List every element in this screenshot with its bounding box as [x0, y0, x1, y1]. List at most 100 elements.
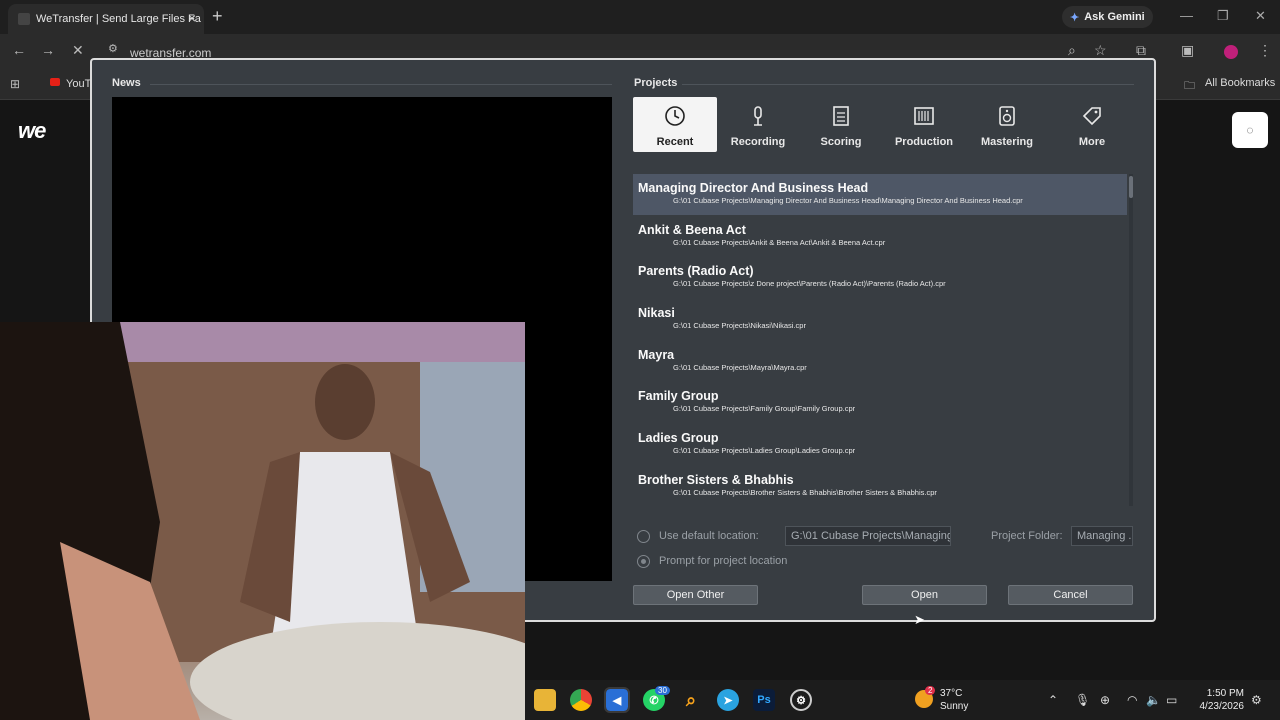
divider: [682, 84, 1134, 85]
site-info-icon[interactable]: ⚙: [108, 42, 118, 55]
project-path: G:\01 Cubase Projects\Nikasi\Nikasi.cpr: [673, 321, 806, 330]
close-window-icon[interactable]: ✕: [1255, 8, 1266, 24]
clock-date[interactable]: 4/23/2026: [1188, 701, 1245, 712]
all-bookmarks[interactable]: All Bookmarks: [1205, 77, 1275, 89]
ask-gemini-button[interactable]: ✦ Ask Gemini: [1062, 6, 1153, 28]
volume-icon[interactable]: 🔈: [1146, 693, 1161, 707]
microphone-icon[interactable]: 🎙: [1075, 693, 1090, 707]
wifi-icon[interactable]: ◠: [1127, 693, 1137, 707]
new-tab-icon[interactable]: +: [212, 6, 223, 27]
back-icon[interactable]: ←: [12, 42, 26, 58]
category-scoring[interactable]: Scoring: [799, 97, 883, 152]
project-name: Ladies Group: [638, 431, 719, 445]
project-path: G:\01 Cubase Projects\Mayra\Mayra.cpr: [673, 363, 807, 372]
close-tab-icon[interactable]: ×: [188, 10, 196, 26]
temperature[interactable]: 37°C: [940, 688, 962, 699]
category-label: Recent: [656, 136, 694, 148]
cubase-icon[interactable]: ◀: [604, 687, 630, 713]
mixer-icon: [913, 105, 935, 127]
project-row[interactable]: Nikasi G:\01 Cubase Projects\Nikasi\Nika…: [633, 299, 1127, 340]
category-recent[interactable]: Recent: [633, 97, 717, 152]
sparkle-icon: ✦: [1070, 11, 1080, 24]
category-label: Production: [894, 136, 954, 148]
category-production[interactable]: Production: [882, 97, 966, 152]
open-other-button[interactable]: Open Other: [633, 585, 758, 605]
project-row[interactable]: Ladies Group G:\01 Cubase Projects\Ladie…: [633, 424, 1127, 465]
stop-loading-icon[interactable]: ✕: [72, 42, 84, 59]
browser-tab[interactable]: WeTransfer | Send Large Files Fa ×: [8, 4, 204, 34]
divider: [150, 84, 612, 85]
cancel-button[interactable]: Cancel: [1008, 585, 1133, 605]
project-row[interactable]: Ankit & Beena Act G:\01 Cubase Projects\…: [633, 216, 1127, 257]
project-path: G:\01 Cubase Projects\Managing Director …: [673, 196, 1023, 205]
project-row[interactable]: Managing Director And Business Head G:\0…: [633, 174, 1127, 215]
project-name: Brother Sisters & Bhabhis: [638, 473, 794, 487]
weather-condition[interactable]: Sunny: [940, 701, 968, 712]
projects-heading: Projects: [634, 77, 678, 89]
notification-icon[interactable]: ⚙: [1251, 693, 1262, 707]
bookmark-youtube[interactable]: YouT: [66, 78, 91, 90]
project-row[interactable]: Family Group G:\01 Cubase Projects\Famil…: [633, 382, 1127, 423]
use-default-location-label: Use default location:: [659, 530, 759, 542]
mouse-cursor-icon: ➤: [914, 612, 925, 627]
wetransfer-logo[interactable]: we: [18, 118, 46, 144]
use-default-location-radio[interactable]: [637, 530, 650, 543]
project-row[interactable]: Mayra G:\01 Cubase Projects\Mayra\Mayra.…: [633, 341, 1127, 382]
category-more[interactable]: More: [1050, 97, 1134, 152]
project-row[interactable]: Parents (Radio Act) G:\01 Cubase Project…: [633, 257, 1127, 298]
project-folder-field[interactable]: Managing .: [1071, 526, 1133, 546]
apps-icon[interactable]: ⊞: [10, 77, 20, 91]
webcam-video: [0, 322, 525, 720]
category-label: Mastering: [981, 136, 1033, 148]
sidebar-icon[interactable]: ▣: [1181, 42, 1194, 59]
search-icon[interactable]: ⌕: [680, 689, 702, 711]
project-path: G:\01 Cubase Projects\z Done project\Par…: [673, 279, 946, 288]
project-name: Managing Director And Business Head: [638, 181, 869, 195]
project-name: Family Group: [638, 389, 719, 403]
chevron-up-icon[interactable]: ⌃: [1048, 693, 1058, 707]
scrollbar-track[interactable]: [1129, 174, 1133, 506]
minimize-icon[interactable]: —: [1180, 8, 1193, 23]
network-globe-icon[interactable]: ⊕: [1100, 693, 1110, 707]
news-heading: News: [112, 77, 141, 89]
battery-icon[interactable]: ▭: [1166, 693, 1177, 707]
recent-projects-list: Managing Director And Business Head G:\0…: [633, 174, 1127, 506]
webcam-scene: [0, 322, 525, 720]
prompt-location-radio[interactable]: [637, 555, 650, 568]
bookmark-star-icon[interactable]: ☆: [1094, 42, 1107, 59]
prompt-location-label: Prompt for project location: [659, 555, 788, 567]
profile-avatar[interactable]: [1224, 45, 1238, 59]
chrome-icon[interactable]: [570, 689, 592, 711]
default-location-field[interactable]: G:\01 Cubase Projects\Managing.: [785, 526, 951, 546]
project-row[interactable]: Brother Sisters & Bhabhis G:\01 Cubase P…: [633, 466, 1127, 507]
category-recording[interactable]: Recording: [716, 97, 800, 152]
photoshop-icon[interactable]: Ps: [753, 689, 775, 711]
folder-icon: 🗀: [1184, 80, 1195, 92]
open-button[interactable]: Open: [862, 585, 987, 605]
settings-icon[interactable]: ⚙: [790, 689, 812, 711]
project-path: G:\01 Cubase Projects\Ladies Group\Ladie…: [673, 446, 856, 455]
radio-selected-dot: [640, 558, 646, 564]
category-label: Recording: [730, 136, 786, 148]
file-explorer-icon[interactable]: [534, 689, 556, 711]
scrollbar-thumb[interactable]: [1129, 176, 1133, 198]
zoom-icon[interactable]: ⌕: [1068, 42, 1076, 59]
project-path: G:\01 Cubase Projects\Ankit & Beena Act\…: [673, 238, 886, 247]
forward-icon[interactable]: →: [41, 42, 55, 58]
telegram-icon[interactable]: ➤: [717, 689, 739, 711]
clock-time[interactable]: 1:50 PM: [1198, 688, 1244, 699]
category-mastering[interactable]: Mastering: [965, 97, 1049, 152]
loading-spinner-icon: ◌: [1232, 112, 1268, 148]
extensions-icon[interactable]: ⧉: [1136, 42, 1146, 59]
microphone-icon: [747, 105, 769, 127]
score-icon: [830, 105, 852, 127]
menu-icon[interactable]: ⋮: [1258, 42, 1272, 59]
category-label: Scoring: [820, 136, 862, 148]
whatsapp-badge: 30: [655, 686, 670, 695]
maximize-icon[interactable]: ❐: [1217, 8, 1229, 24]
clock-icon: [664, 105, 686, 127]
tag-icon: [1081, 105, 1103, 127]
project-path: G:\01 Cubase Projects\Brother Sisters & …: [673, 488, 937, 497]
project-name: Parents (Radio Act): [638, 264, 754, 278]
project-folder-label: Project Folder:: [991, 530, 1063, 542]
